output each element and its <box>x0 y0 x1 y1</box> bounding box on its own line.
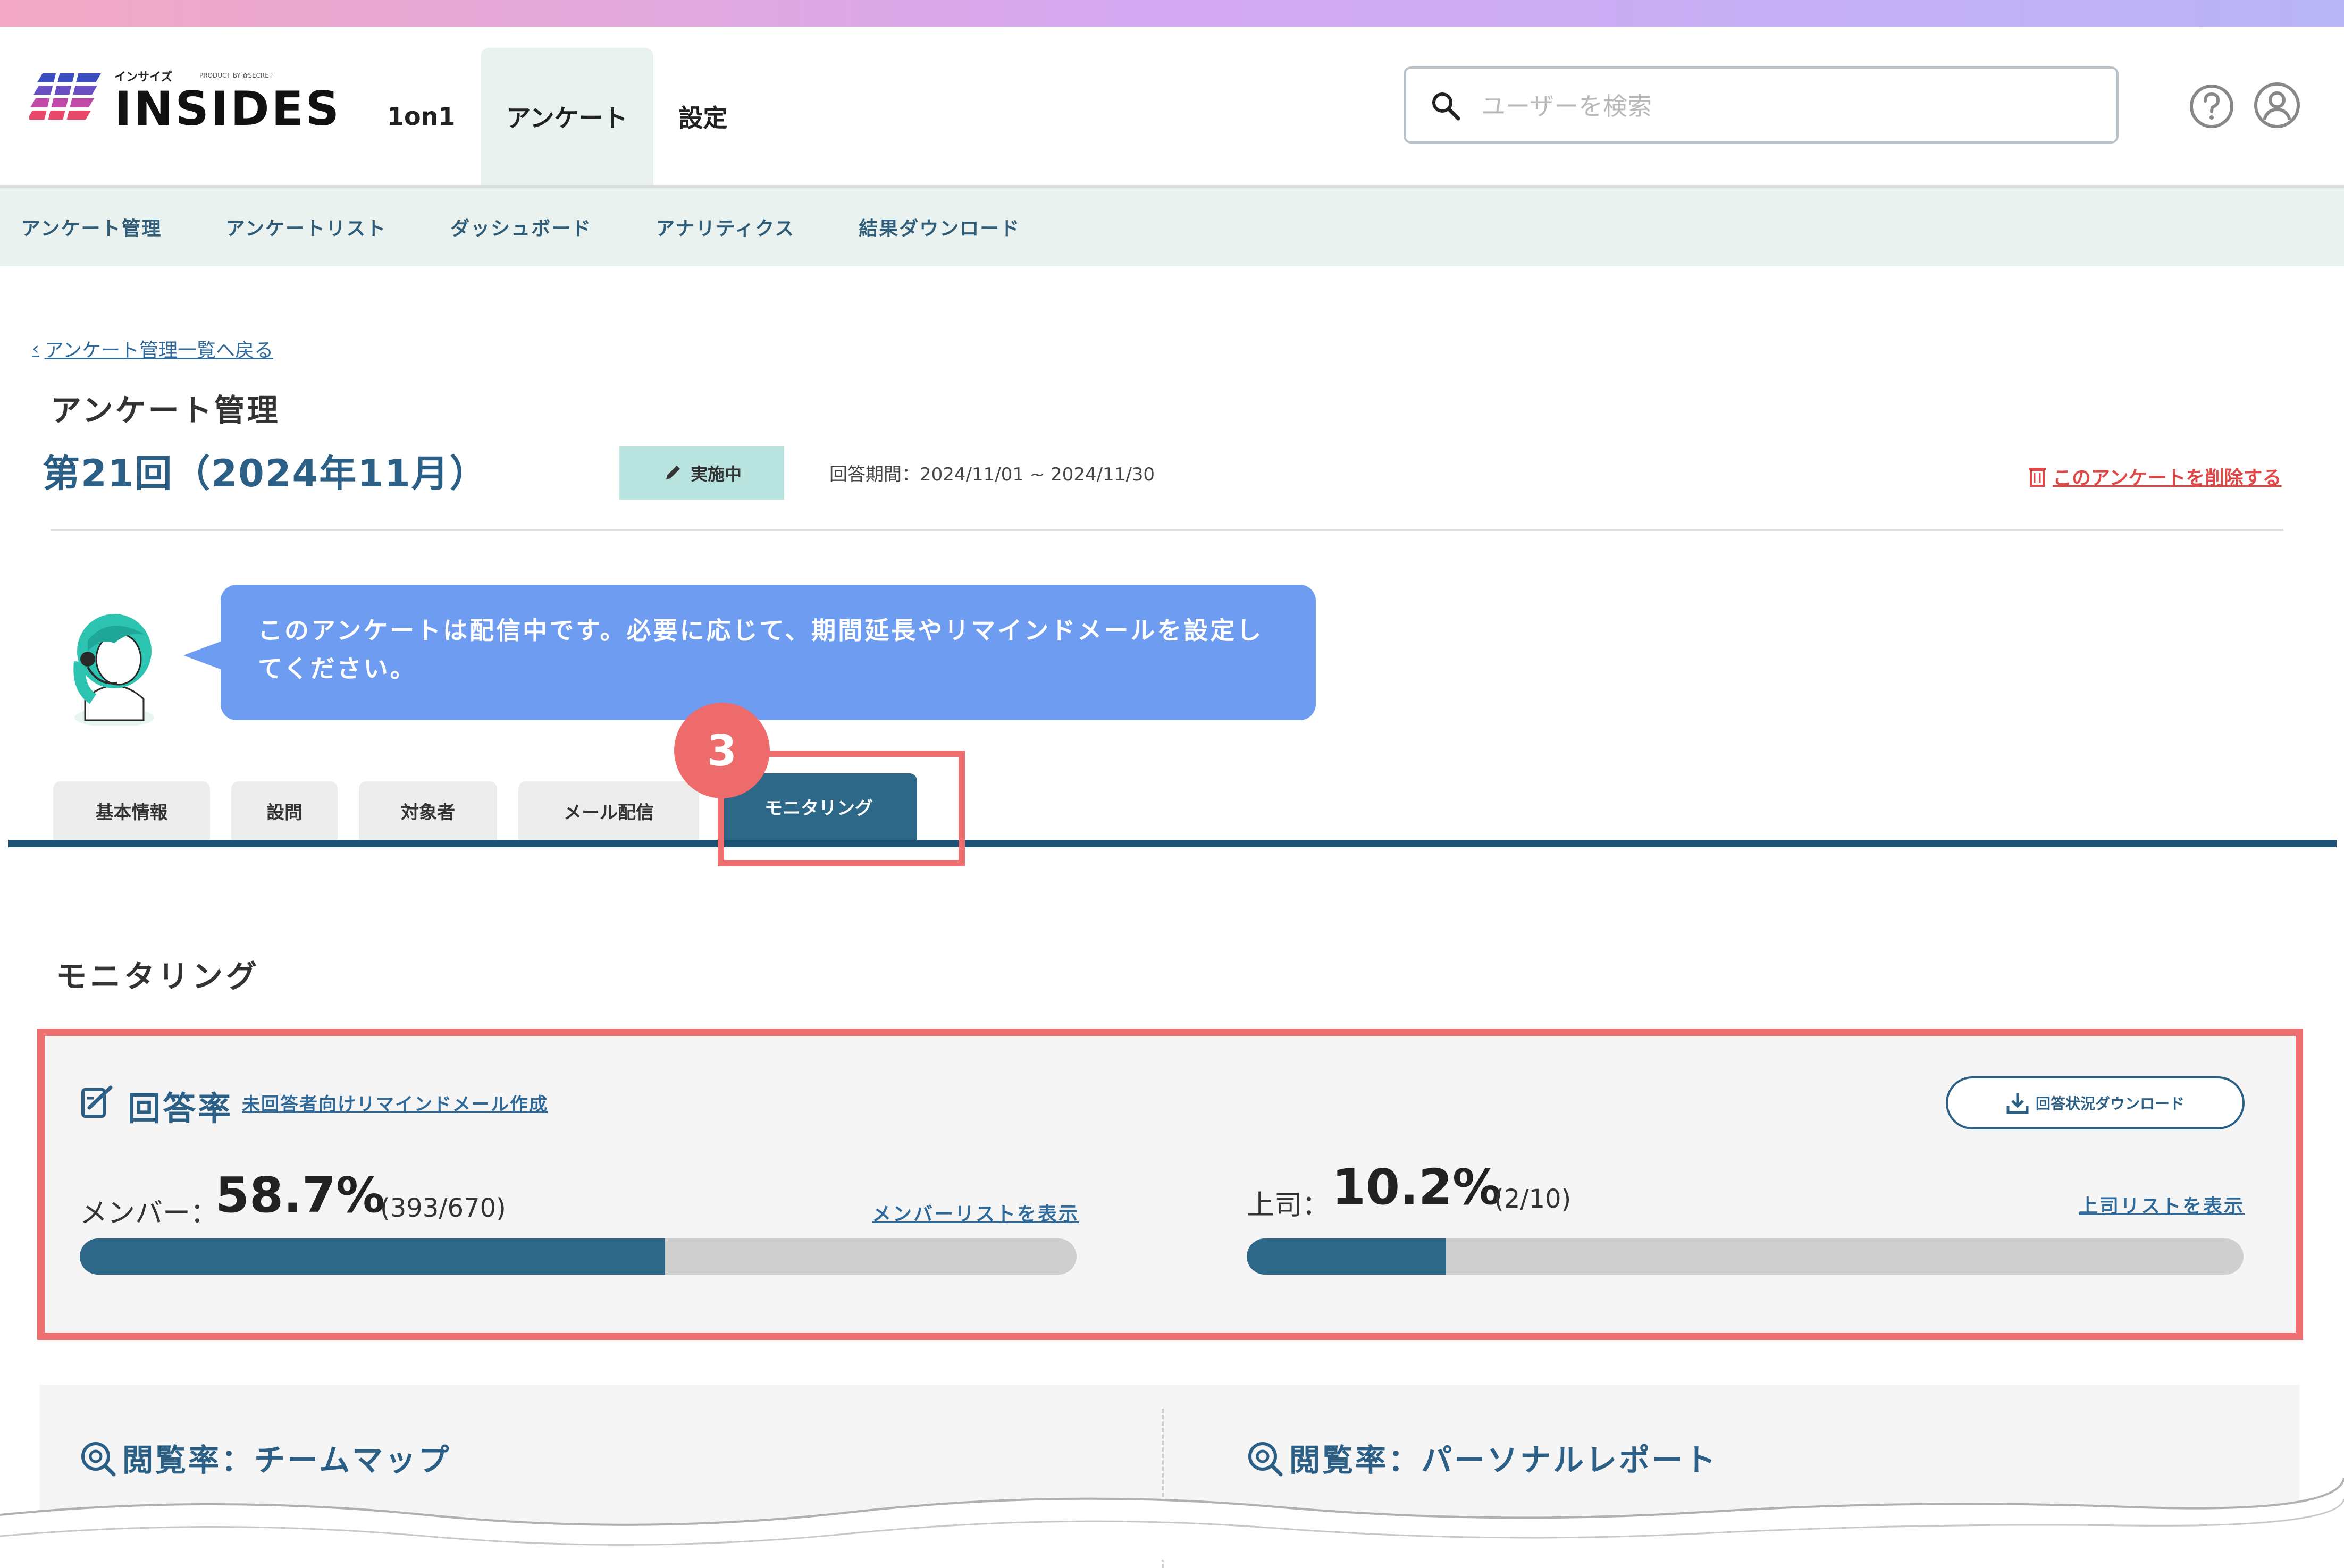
trash-icon <box>2029 468 2046 487</box>
section-title: モニタリング <box>56 958 261 994</box>
nav-item-settings[interactable]: 設定 <box>653 48 753 185</box>
tab-basic-info[interactable]: 基本情報 <box>53 781 210 840</box>
speech-bubble-tail <box>183 640 223 670</box>
main-nav: 1on1 アンケート 設定 <box>362 48 753 185</box>
delete-survey-link[interactable]: このアンケートを削除する <box>2028 462 2282 490</box>
tabs-underline <box>8 840 2337 847</box>
subnav-survey-list[interactable]: アンケートリスト <box>226 213 387 241</box>
insides-logo[interactable]: インサイズ PRODUCT BY ✿SECRET INSIDES <box>29 50 339 136</box>
subnav-dashboard[interactable]: ダッシュボード <box>450 213 592 241</box>
tab-mail-delivery[interactable]: メール配信 <box>518 781 699 840</box>
page-title: アンケート管理 <box>51 392 280 428</box>
subnav-survey-management[interactable]: アンケート管理 <box>21 213 162 241</box>
nav-item-1on1[interactable]: 1on1 <box>362 48 481 185</box>
pencil-icon <box>666 466 680 479</box>
assistant-avatar-icon <box>73 614 154 726</box>
search-input[interactable] <box>1480 85 2094 128</box>
survey-name: 第21回（2024年11月） <box>43 452 488 495</box>
subnav-analytics[interactable]: アナリティクス <box>656 213 795 241</box>
tab-questions[interactable]: 設問 <box>231 781 338 840</box>
status-badge: 実施中 <box>619 446 784 500</box>
answer-period: 回答期間：2024/11/01 ~ 2024/11/30 <box>829 464 1155 485</box>
logo-product-text: PRODUCT BY ✿SECRET <box>199 72 273 79</box>
logo-mark-icon <box>29 71 101 124</box>
back-to-list-link[interactable]: ‹ アンケート管理一覧へ戻る <box>32 335 273 363</box>
nav-item-survey[interactable]: アンケート <box>481 48 653 185</box>
tab-targets[interactable]: 対象者 <box>359 781 497 840</box>
response-rate-highlight <box>37 1029 2303 1340</box>
subnav-result-download[interactable]: 結果ダウンロード <box>859 213 1020 241</box>
status-label: 実施中 <box>690 464 742 484</box>
user-account-icon[interactable] <box>2251 80 2303 131</box>
delete-link-label: このアンケートを削除する <box>2053 467 2282 489</box>
user-search-box[interactable] <box>1404 66 2119 144</box>
logo-wordmark: INSIDES <box>114 81 342 136</box>
torn-edge-decoration <box>0 1477 2344 1560</box>
chevron-left-icon: ‹ <box>32 338 39 359</box>
top-gradient-bar <box>0 0 2344 27</box>
assistant-message-bubble: このアンケートは配信中です。必要に応じて、期間延長やリマインドメールを設定してく… <box>221 585 1316 720</box>
back-link-label: アンケート管理一覧へ戻る <box>44 340 274 361</box>
help-icon[interactable] <box>2188 82 2236 130</box>
search-icon <box>1432 92 1460 121</box>
divider <box>51 529 2283 531</box>
step-number-badge: 3 <box>674 703 770 798</box>
sub-nav: アンケート管理 アンケートリスト ダッシュボード アナリティクス 結果ダウンロー… <box>0 188 2344 266</box>
